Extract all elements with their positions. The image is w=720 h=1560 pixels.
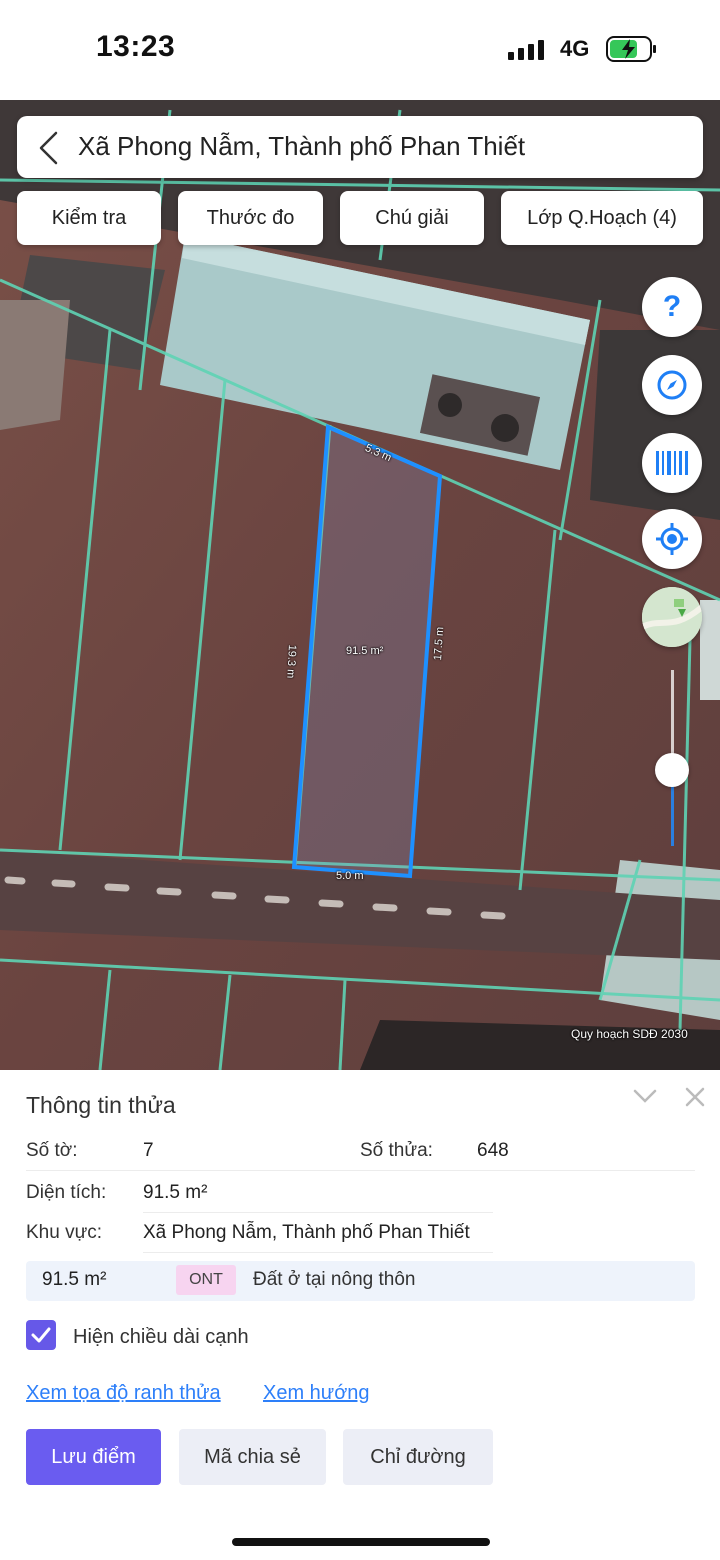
legend-button[interactable]: Chú giải	[340, 191, 484, 245]
save-point-button[interactable]: Lưu điểm	[26, 1429, 161, 1485]
status-time: 13:23	[96, 30, 176, 63]
location-title: Xã Phong Nẫm, Thành phố Phan Thiết	[78, 131, 526, 161]
compass-icon	[657, 370, 687, 400]
satellite-map[interactable]: 5.3 m 19.3 m 17.5 m 5.0 m 91.5 m²	[0, 100, 720, 1070]
region-label: Khu vực:	[26, 1222, 103, 1243]
row-divider	[26, 1170, 695, 1171]
close-icon[interactable]	[684, 1086, 706, 1108]
region-value: Xã Phong Nẫm, Thành phố Phan Thiết	[143, 1222, 470, 1243]
signal-icon	[508, 40, 544, 60]
map-thumbnail-icon	[642, 587, 702, 647]
edge-label-left: 19.3 m	[284, 644, 298, 679]
land-use-area: 91.5 m²	[42, 1269, 107, 1290]
checkmark-icon	[31, 1327, 51, 1343]
chevron-down-icon[interactable]	[633, 1086, 657, 1106]
map-canvas	[0, 100, 720, 1070]
panel-title: Thông tin thửa	[26, 1092, 176, 1118]
show-edge-length-label[interactable]: Hiện chiều dài cạnh	[73, 1326, 249, 1349]
view-boundary-coordinates-link[interactable]: Xem tọa độ ranh thửa	[26, 1382, 221, 1405]
layer-caption: Quy hoạch SDĐ 2030	[571, 1027, 688, 1041]
network-label: 4G	[560, 36, 590, 61]
battery-icon	[606, 36, 656, 62]
directions-button[interactable]: Chỉ đường	[343, 1429, 493, 1485]
show-edge-length-checkbox[interactable]	[26, 1320, 56, 1350]
zoom-slider-thumb[interactable]	[655, 753, 689, 787]
row-divider	[143, 1212, 493, 1213]
app-screen: 13:23 4G 5.3 m 19.3 m 17.5 m 5.0 m 91.5 …	[0, 0, 720, 1560]
land-use-code-badge: ONT	[176, 1265, 236, 1295]
parcel-number-label: Số thửa:	[360, 1140, 433, 1161]
home-indicator[interactable]	[232, 1538, 490, 1546]
parcel-number-value: 648	[477, 1140, 509, 1161]
locate-icon	[656, 523, 688, 555]
locate-me-button[interactable]	[642, 509, 702, 569]
edge-label-bottom: 5.0 m	[336, 870, 364, 882]
area-label: Diện tích:	[26, 1182, 107, 1203]
barcode-button[interactable]	[642, 433, 702, 493]
area-value: 91.5 m²	[143, 1182, 208, 1203]
parcel-area-label: 91.5 m²	[346, 645, 384, 657]
status-bar: 13:23 4G	[0, 0, 720, 100]
view-direction-link[interactable]: Xem hướng	[263, 1382, 370, 1405]
check-button[interactable]: Kiểm tra	[17, 191, 161, 245]
planning-layers-button[interactable]: Lớp Q.Hoạch (4)	[501, 191, 703, 245]
share-code-button[interactable]: Mã chia sẻ	[179, 1429, 326, 1485]
map-type-button[interactable]	[642, 587, 702, 647]
sheet-number-value: 7	[143, 1140, 154, 1161]
ruler-button[interactable]: Thước đo	[178, 191, 323, 245]
barcode-icon	[656, 451, 688, 475]
edge-label-right: 17.5 m	[432, 626, 447, 661]
sheet-number-label: Số tờ:	[26, 1140, 78, 1161]
compass-button[interactable]	[642, 355, 702, 415]
help-icon: ?	[662, 290, 682, 323]
row-divider	[143, 1252, 493, 1253]
back-arrow-icon[interactable]	[36, 131, 60, 165]
help-button[interactable]: ?	[642, 277, 702, 337]
land-use-description: Đất ở tại nông thôn	[253, 1269, 416, 1290]
